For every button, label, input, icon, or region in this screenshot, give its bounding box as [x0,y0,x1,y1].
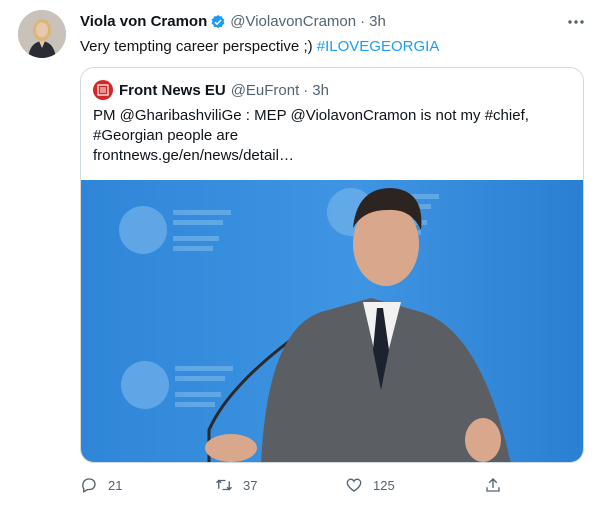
tweet-card[interactable]: Viola von Cramon @ViolavonCramon · 3h Ve… [0,0,599,519]
quoted-tweet-text: PM @GharibashviliGe : MEP @ViolavonCramo… [93,106,563,166]
verified-badge-icon [211,14,225,28]
share-icon [486,478,500,492]
author-name[interactable]: Viola von Cramon [80,13,207,30]
quoted-text-line: frontnews.ge/en/news/detail… [93,147,294,164]
like-button[interactable]: 125 [345,476,395,494]
quoted-tweet[interactable]: Front News EU @EuFront · 3h PM @Gharibas… [80,67,584,463]
header-separator: · [360,13,366,30]
quoted-author-name[interactable]: Front News EU [119,82,226,99]
share-button[interactable] [484,476,502,494]
tweet-text-body: Very tempting career perspective ;) [80,38,317,55]
more-dots-icon[interactable] [566,14,586,30]
retweet-icon [216,479,232,491]
tweet-text: Very tempting career perspective ;) #ILO… [80,38,439,55]
quoted-header-separator: · [303,81,309,99]
front-news-logo-icon [97,84,109,96]
quoted-text-line: #Georgian people are [93,127,239,144]
quoted-author-avatar[interactable] [93,80,113,100]
retweet-button[interactable]: 37 [215,476,257,494]
quoted-author-handle[interactable]: @EuFront [231,82,300,99]
reply-count: 21 [108,477,123,493]
tweet-actions: 21 37 125 [0,476,599,500]
avatar-image [18,10,66,58]
author-avatar[interactable] [18,10,66,58]
quoted-text-line: PM @GharibashviliGe : MEP @ViolavonCramo… [93,107,529,124]
heart-icon [346,478,362,492]
reply-button[interactable]: 21 [80,476,122,494]
quoted-tweet-image[interactable] [81,180,584,463]
quoted-tweet-header: Front News EU @EuFront · 3h [93,80,329,100]
tweet-time[interactable]: 3h [369,13,386,30]
like-count: 125 [373,477,395,493]
reply-icon [82,478,96,493]
quoted-tweet-time: 3h [312,81,329,99]
author-handle[interactable]: @ViolavonCramon [230,13,356,30]
tweet-hashtag-link[interactable]: #ILOVEGEORGIA [317,38,440,55]
tweet-header: Viola von Cramon @ViolavonCramon · 3h [80,13,386,30]
retweet-count: 37 [243,477,258,493]
